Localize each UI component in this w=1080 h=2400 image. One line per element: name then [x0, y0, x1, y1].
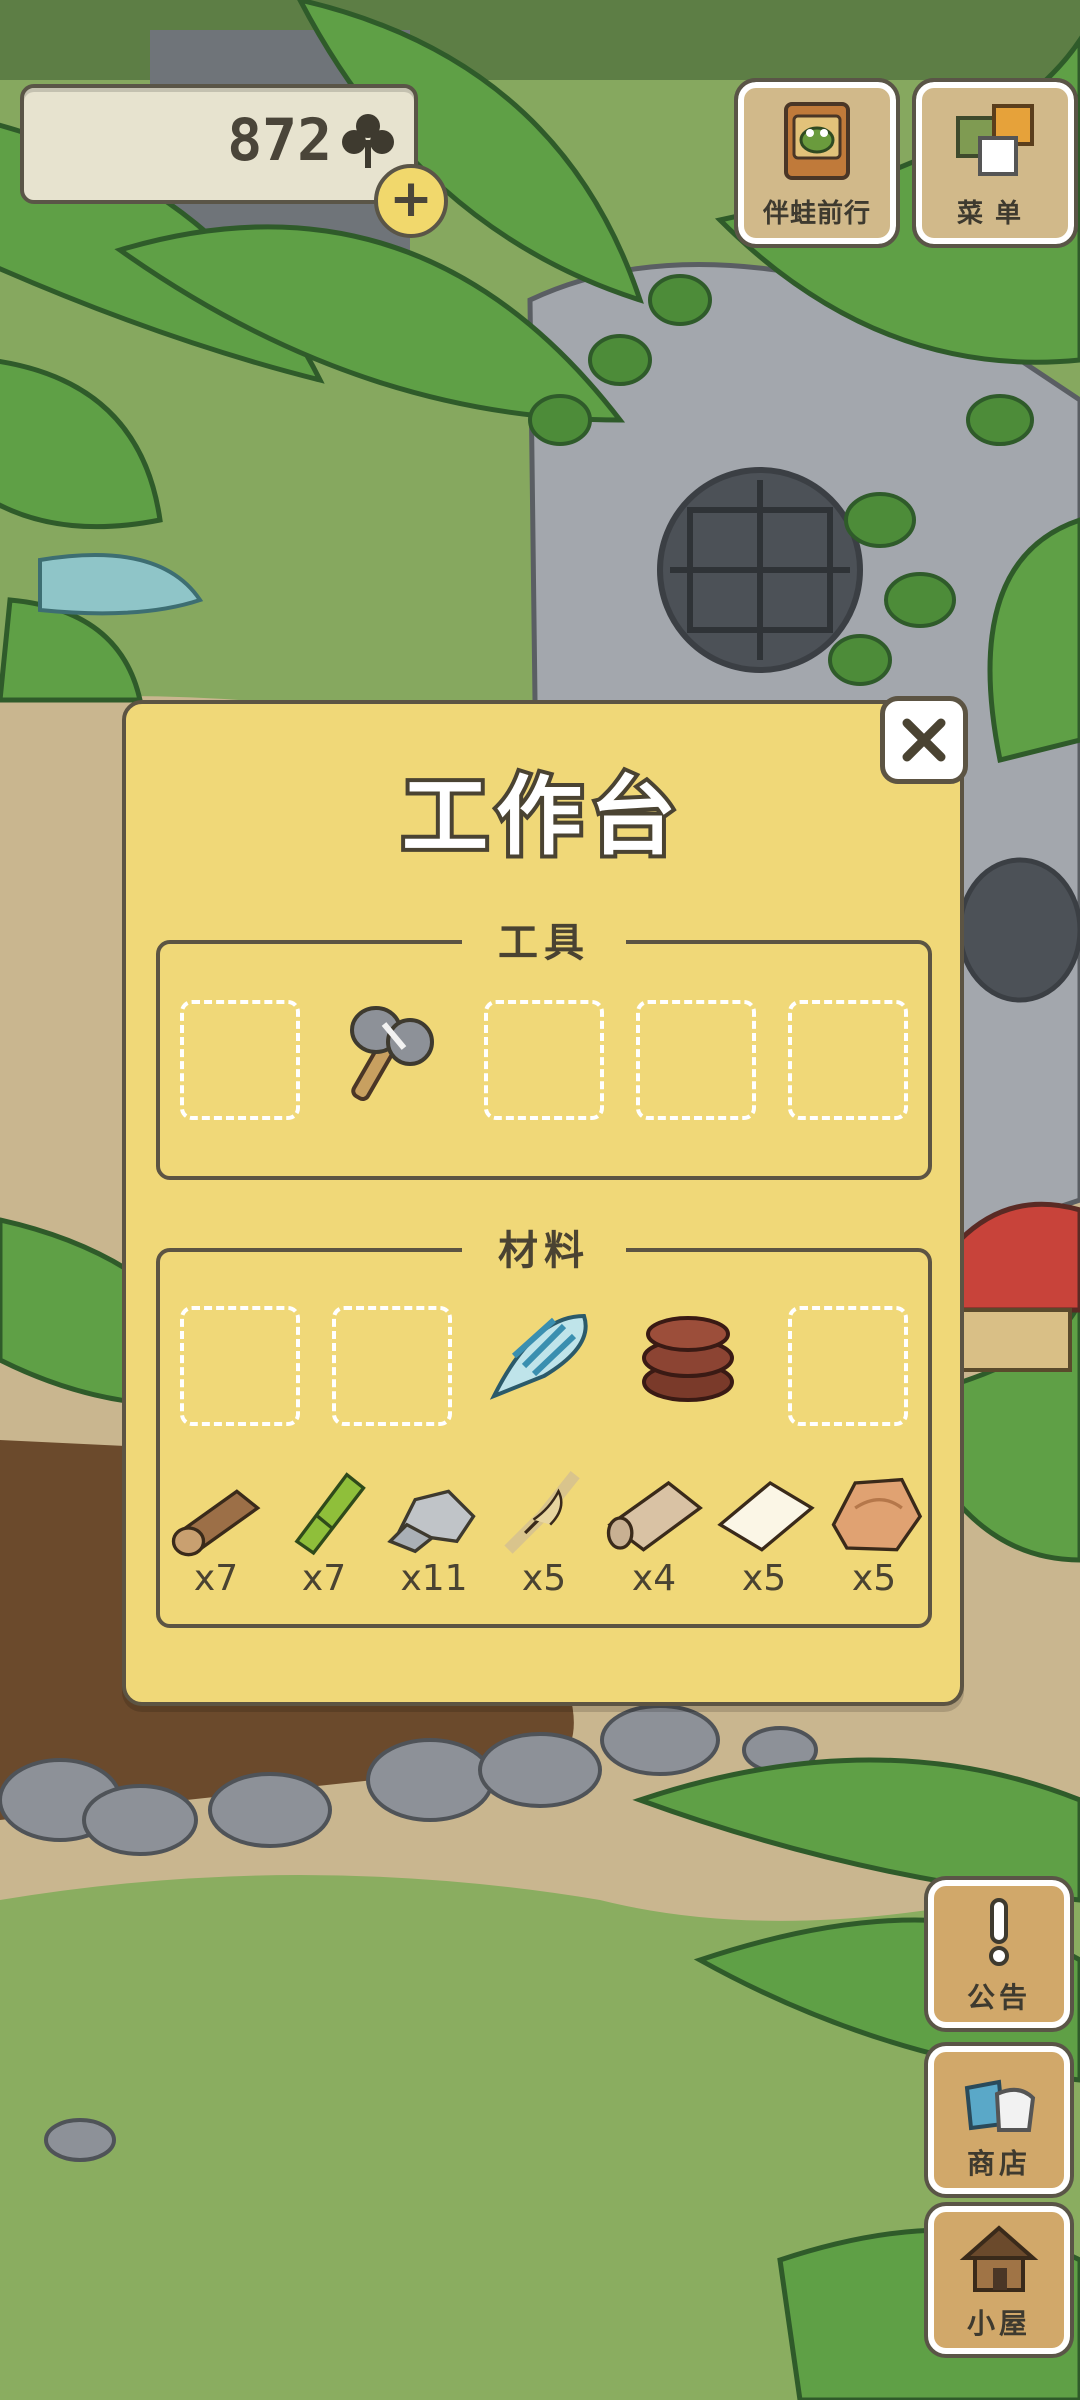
tool-slot-empty[interactable] — [636, 1000, 756, 1120]
exclamation-icon — [989, 1898, 1009, 1966]
tool-slot-empty[interactable] — [788, 1000, 908, 1120]
house-icon — [959, 2225, 1039, 2292]
cloth-count: x4 — [631, 1558, 677, 1599]
clover-amount: 872 — [227, 106, 332, 174]
house-button[interactable]: 小屋 — [928, 2206, 1070, 2354]
paper-icon[interactable] — [710, 1458, 822, 1558]
tools-section: 工具 — [156, 910, 932, 1180]
wood-slices-icon[interactable] — [626, 1296, 756, 1416]
frog-card-icon — [784, 102, 850, 180]
shop-label: 商店 — [966, 2147, 1031, 2180]
shop-bags-icon — [964, 2079, 1036, 2132]
cloth-icon[interactable] — [600, 1458, 712, 1558]
tool-slot-empty[interactable] — [484, 1000, 604, 1120]
notice-label: 公告 — [966, 1981, 1031, 2014]
stone-hammer-icon[interactable] — [324, 990, 454, 1110]
workbench-title: 工作台 — [398, 763, 684, 871]
log-count: x7 — [193, 1558, 239, 1599]
seashell-icon[interactable] — [474, 1296, 604, 1416]
plus-icon: + — [389, 169, 433, 229]
clover-counter: 872 — [20, 84, 418, 204]
straw-icon[interactable] — [490, 1458, 602, 1558]
house-label: 小屋 — [966, 2307, 1031, 2340]
stones-count: x11 — [400, 1558, 468, 1599]
clover-icon — [342, 114, 394, 168]
material-slot-empty[interactable] — [180, 1306, 300, 1426]
leather-icon[interactable] — [820, 1458, 932, 1558]
materials-label: 材料 — [462, 1218, 626, 1276]
shop-button[interactable]: 商店 — [928, 2046, 1070, 2194]
straw-count: x5 — [521, 1558, 567, 1599]
tool-slot-empty[interactable] — [180, 1000, 300, 1120]
companion-label: 伴蛙前行 — [762, 199, 871, 229]
materials-section: 材料 x7 x7 x11 x5 x4 x5 x5 — [156, 1218, 932, 1628]
stones-icon[interactable] — [380, 1458, 492, 1558]
bamboo-count: x7 — [301, 1558, 347, 1599]
material-slot-empty[interactable] — [332, 1306, 452, 1426]
paper-count: x5 — [741, 1558, 787, 1599]
bamboo-icon[interactable] — [270, 1458, 382, 1558]
companion-button[interactable]: 伴蛙前行 — [734, 78, 900, 248]
notice-button[interactable]: 公告 — [928, 1880, 1070, 2028]
menu-button[interactable]: 菜单 — [912, 78, 1078, 248]
add-clover-button[interactable]: + — [374, 164, 448, 238]
workbench-panel: 工作台 工具 材料 x7 x7 x11 x5 x4 x5 x5 — [122, 700, 964, 1706]
menu-cards-icon — [956, 104, 1034, 176]
close-icon — [902, 718, 946, 762]
material-slot-empty[interactable] — [788, 1306, 908, 1426]
close-button[interactable] — [880, 696, 968, 784]
tools-label: 工具 — [462, 910, 626, 968]
log-icon[interactable] — [160, 1458, 272, 1558]
leather-count: x5 — [851, 1558, 897, 1599]
menu-label: 菜单 — [956, 199, 1033, 229]
